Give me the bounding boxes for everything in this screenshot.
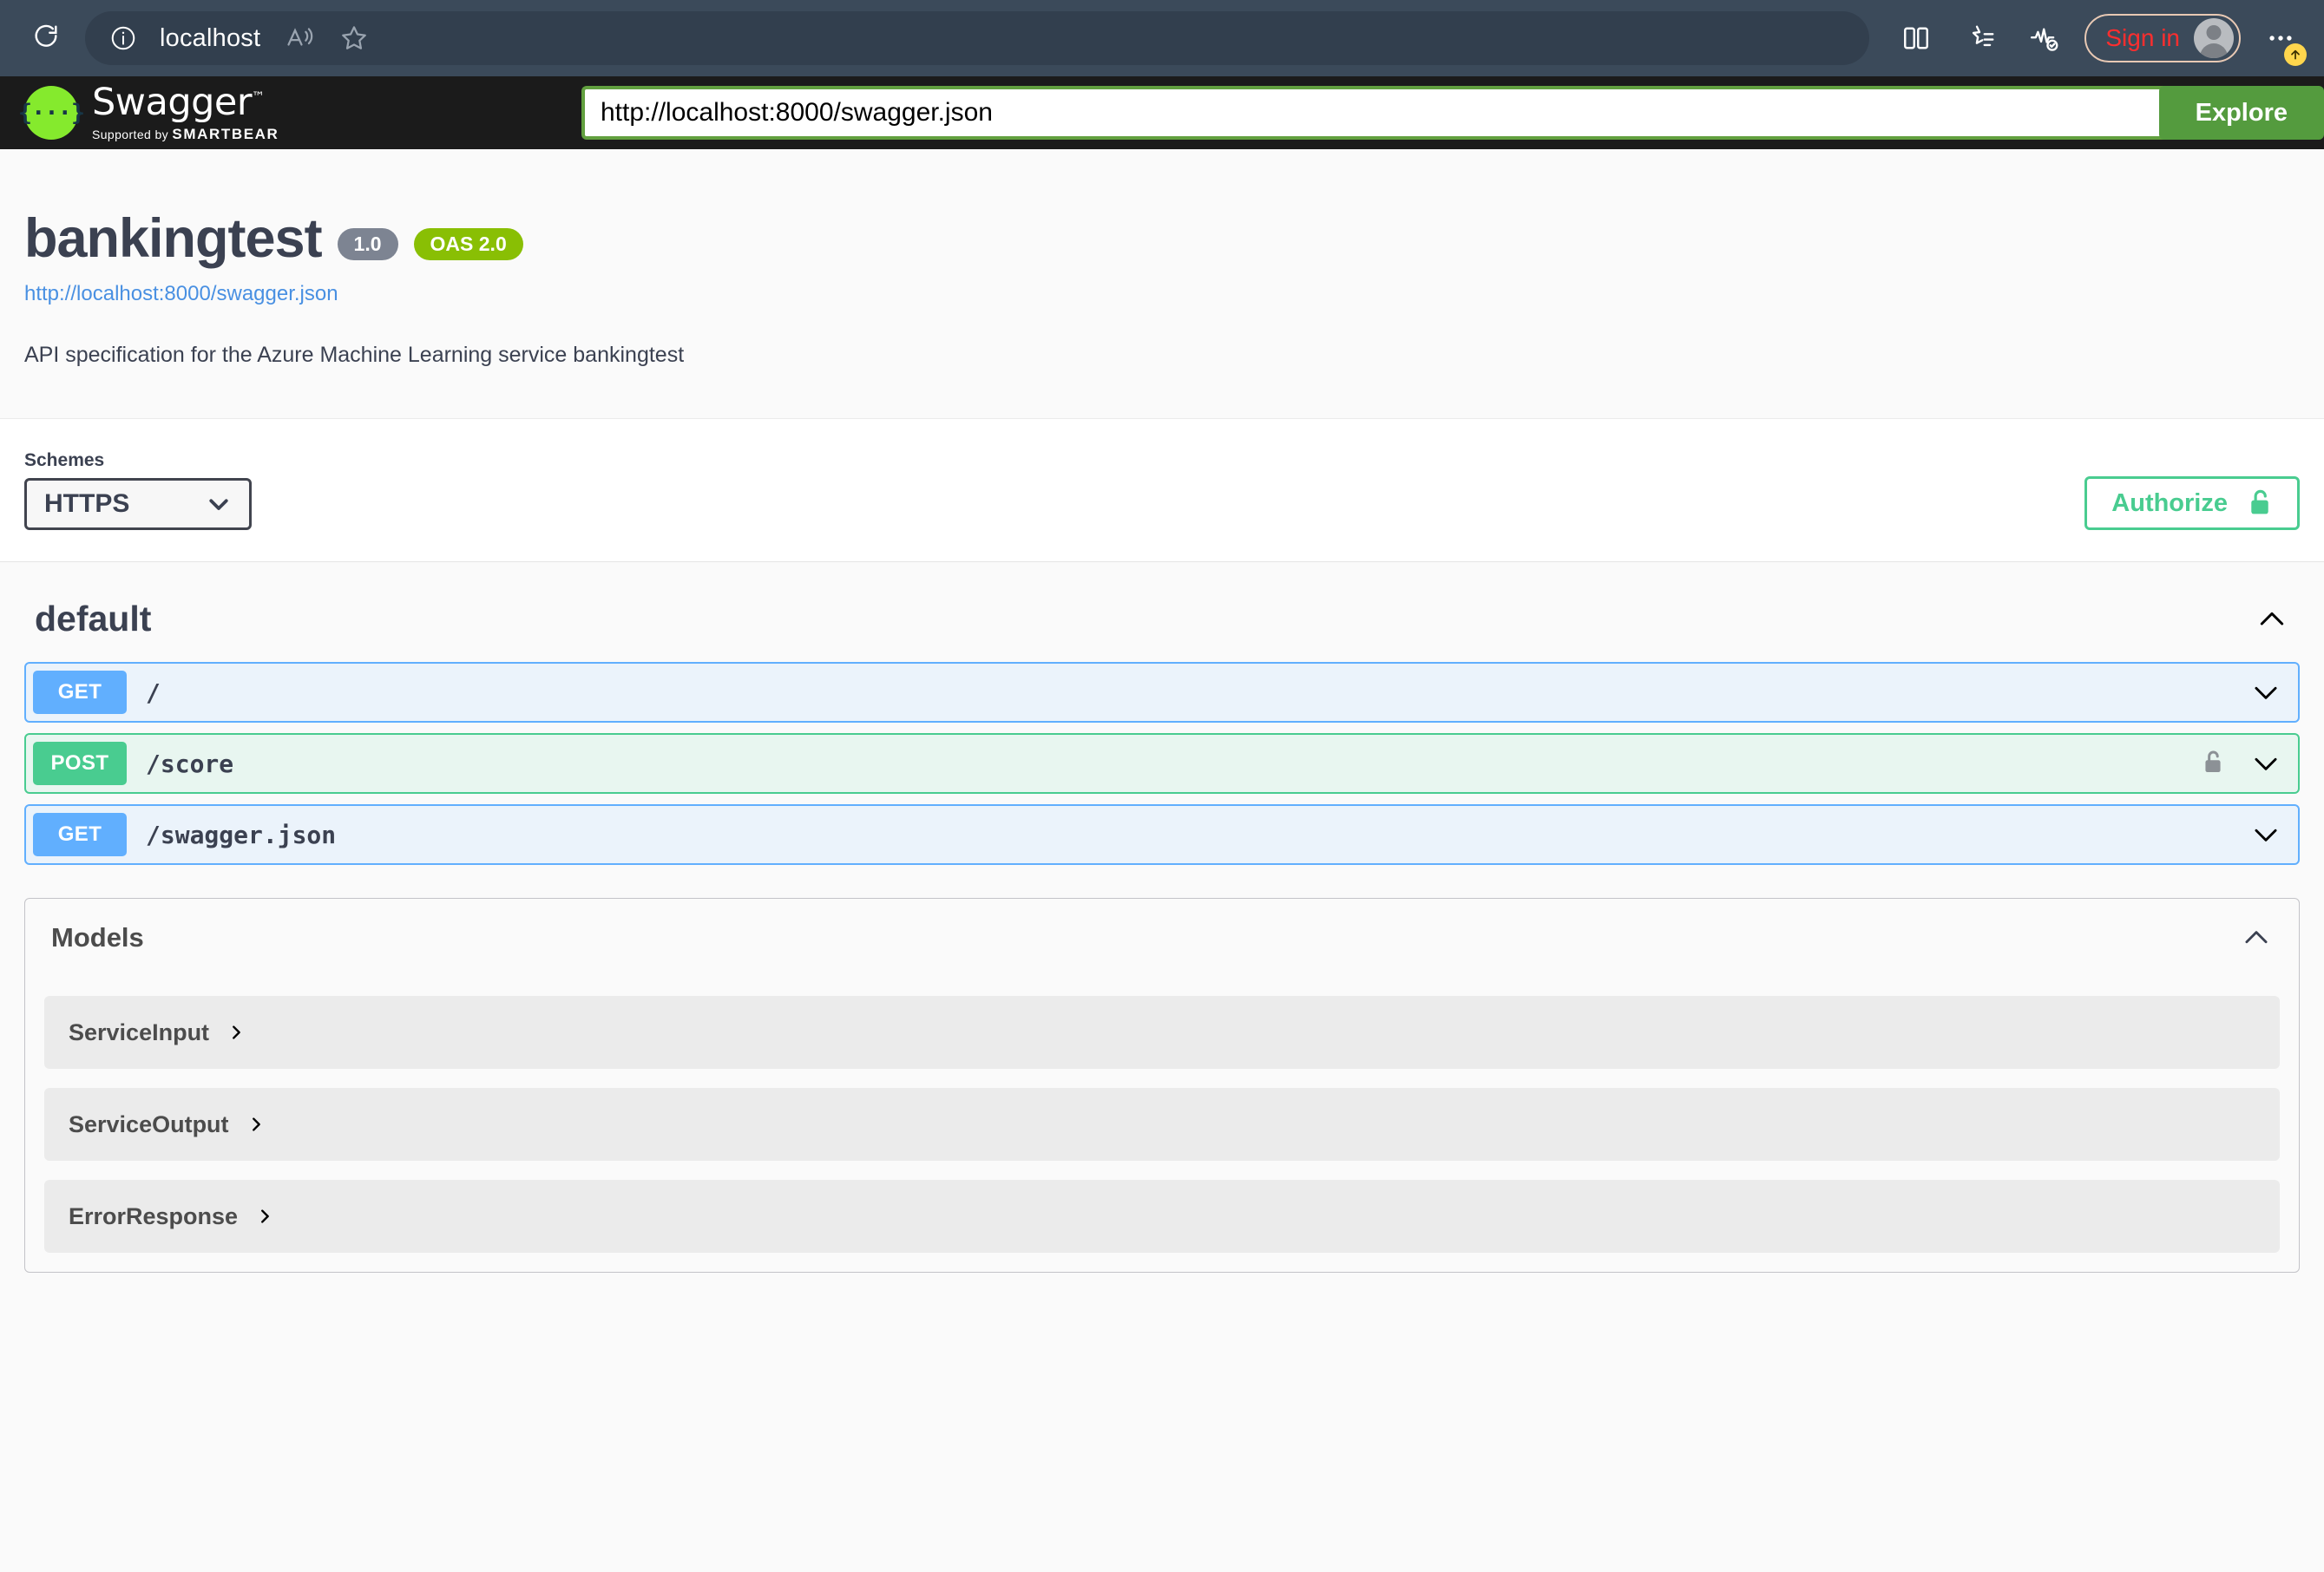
models-header[interactable]: Models (25, 899, 2299, 977)
model-name: ServiceInput (69, 1019, 210, 1045)
swagger-braces-icon: {···} (18, 86, 85, 140)
schemes-selected-value: HTTPS (44, 489, 130, 518)
authorize-label: Authorize (2111, 488, 2228, 517)
operations-section: default GET / POST /score GET /swagger.j… (0, 562, 2324, 1273)
model-name: ErrorResponse (69, 1202, 239, 1229)
explore-button[interactable]: Explore (2158, 86, 2324, 140)
supported-by-label: Supported by (92, 128, 173, 141)
address-bar[interactable]: localhost (85, 11, 1870, 65)
model-row-service-output[interactable]: ServiceOutput (44, 1088, 2280, 1161)
chevron-down-icon[interactable] (2249, 818, 2282, 851)
reload-button[interactable] (19, 11, 73, 65)
schemes-select[interactable]: HTTPS (24, 478, 252, 530)
swagger-topbar: {···} Swagger™ Supported by SMARTBEAR Ex… (0, 76, 2324, 149)
unlock-icon[interactable] (2201, 748, 2225, 780)
model-name: ServiceOutput (69, 1110, 229, 1137)
authorize-button[interactable]: Authorize (2084, 476, 2300, 530)
schemes-bar: Schemes HTTPS Authorize (0, 419, 2324, 562)
chevron-down-icon (206, 491, 232, 517)
operation-path: / (146, 678, 161, 707)
model-row-service-input[interactable]: ServiceInput (44, 996, 2280, 1069)
address-text: localhost (160, 23, 261, 52)
operation-path: /score (146, 749, 234, 778)
update-badge-icon (2284, 43, 2307, 66)
favorite-star-icon[interactable] (330, 14, 378, 62)
api-info-block: bankingtest 1.0 OAS 2.0 http://localhost… (0, 149, 2324, 419)
spec-url-link[interactable]: http://localhost:8000/swagger.json (24, 282, 2300, 306)
chevron-right-icon[interactable] (226, 1023, 246, 1042)
swagger-wordmark: Swagger (92, 81, 253, 124)
models-title: Models (51, 922, 144, 953)
collections-icon[interactable] (1956, 14, 2005, 62)
browser-toolbar: localhost Sign in (0, 0, 2324, 76)
version-badge: 1.0 (337, 228, 398, 260)
schemes-label: Schemes (24, 450, 105, 470)
page-title: bankingtest 1.0 OAS 2.0 (24, 212, 2300, 266)
info-icon[interactable] (109, 24, 137, 52)
unlock-icon (2247, 488, 2273, 520)
models-section: Models ServiceInput ServiceOutput ErrorR… (24, 898, 2300, 1273)
chevron-right-icon[interactable] (246, 1115, 266, 1134)
chevron-down-icon[interactable] (2249, 676, 2282, 709)
explore-url-input[interactable] (581, 86, 2164, 140)
chevron-down-icon[interactable] (2249, 747, 2282, 780)
model-row-error-response[interactable]: ErrorResponse (44, 1180, 2280, 1253)
tag-name: default (35, 599, 152, 639)
smartbear-brand: SMARTBEAR (172, 126, 279, 142)
browser-essentials-icon[interactable] (2020, 14, 2069, 62)
avatar (2194, 18, 2234, 58)
operation-get-root[interactable]: GET / (24, 662, 2300, 723)
method-badge: POST (33, 742, 127, 785)
read-aloud-icon[interactable] (276, 14, 325, 62)
chevron-up-icon[interactable] (2240, 921, 2273, 954)
method-badge: GET (33, 813, 127, 856)
split-screen-icon[interactable] (1892, 14, 1940, 62)
reload-icon (31, 22, 61, 56)
oas-badge: OAS 2.0 (413, 228, 523, 260)
api-description: API specification for the Azure Machine … (24, 343, 685, 367)
browser-actions: Sign in (1869, 14, 2307, 66)
chevron-up-icon[interactable] (2255, 602, 2289, 637)
trademark-symbol: ™ (252, 88, 265, 105)
operation-post-score[interactable]: POST /score (24, 733, 2300, 794)
operation-get-swagger-json[interactable]: GET /swagger.json (24, 804, 2300, 865)
chevron-right-icon[interactable] (255, 1207, 274, 1226)
api-title-text: bankingtest (24, 208, 323, 269)
sign-in-button[interactable]: Sign in (2084, 14, 2241, 62)
more-options-icon[interactable] (2256, 14, 2307, 66)
sign-in-label: Sign in (2105, 24, 2180, 51)
method-badge: GET (33, 671, 127, 714)
operation-path: /swagger.json (146, 820, 337, 849)
tag-header-default[interactable]: default (24, 562, 2300, 662)
swagger-logo[interactable]: {···} Swagger™ Supported by SMARTBEAR (18, 81, 279, 142)
